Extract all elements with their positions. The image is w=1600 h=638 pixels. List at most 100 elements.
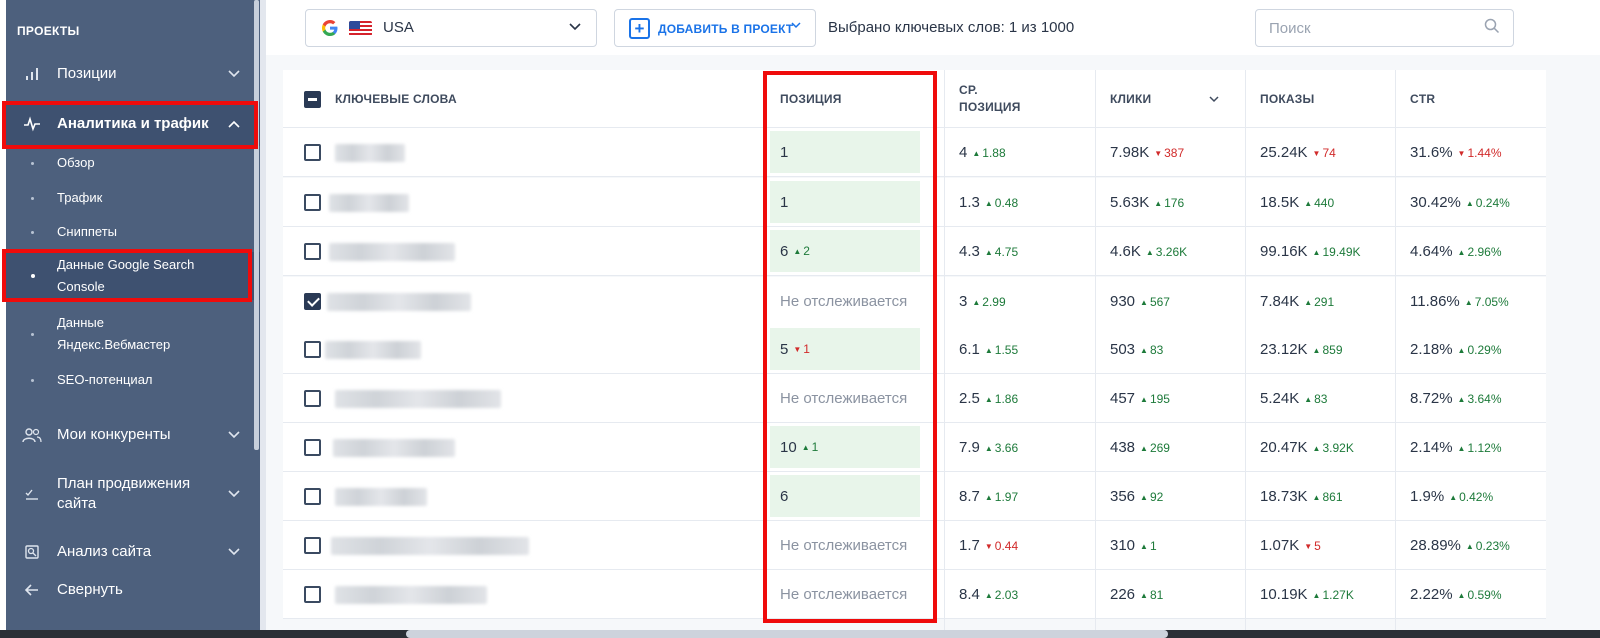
sidebar-subitem-snippets[interactable]: Сниппеты — [6, 221, 260, 243]
table-row[interactable]: 51 6.1 1.55 503 83 23.12K 859 2.18% 0.29% — [283, 325, 1546, 374]
sidebar-subitem-traffic[interactable]: Трафик — [6, 187, 260, 209]
avg-delta: 0.44 — [985, 539, 1018, 553]
keyword-redacted — [335, 488, 427, 506]
sidebar-scrollbar[interactable] — [254, 0, 259, 450]
ctr-delta: 0.23% — [1466, 539, 1510, 553]
sidebar-subitem-label: Обзор — [57, 155, 95, 170]
position-cell: 6 — [770, 475, 920, 517]
ctr-value: 2.22% — [1410, 586, 1453, 603]
ctr-delta: 3.64% — [1458, 392, 1501, 406]
impr-delta: 83 — [1304, 392, 1327, 406]
sidebar-subitem-seo-potential[interactable]: SEO-потенциал — [6, 369, 260, 391]
avg-delta: 2.03 — [985, 588, 1018, 602]
row-checkbox[interactable] — [304, 537, 321, 554]
row-checkbox[interactable] — [304, 243, 321, 260]
header-keywords[interactable]: КЛЮЧЕВЫЕ СЛОВА — [335, 70, 457, 128]
table-row[interactable]: 141.887.98K38725.24K7431.6%1.44% — [283, 128, 1546, 177]
ctr-delta: 1.12% — [1458, 441, 1501, 455]
header-impressions[interactable]: ПОКАЗЫ — [1260, 70, 1314, 128]
impr-value: 25.24K — [1260, 144, 1308, 161]
chevron-down-icon — [228, 545, 240, 559]
position-cell: Не отслеживается — [770, 280, 920, 322]
position-delta: 2 — [793, 244, 810, 258]
impr-value: 7.84K — [1260, 293, 1300, 310]
selected-count: Выбрано ключевых слов: 1 из 1000 — [828, 19, 1075, 36]
sidebar-subitem-yandex-webmaster[interactable]: Данные Яндекс.Вебмастер — [6, 312, 260, 356]
sidebar-subitem-label: Сниппеты — [57, 224, 118, 239]
table-row[interactable]: 62 4.3 4.75 4.6K 3.26K 99.16K 19.49K 4.64% 2.96% — [283, 227, 1546, 276]
avg-cell: 8.4 2.03 — [959, 570, 1018, 619]
sort-desc-icon[interactable] — [1209, 70, 1219, 128]
impr-value: 23.12K — [1260, 341, 1308, 358]
sidebar-item-analytics[interactable]: Аналитика и трафик — [6, 102, 260, 146]
bar-chart-icon — [22, 64, 42, 84]
chevron-down-icon — [228, 67, 240, 81]
sidebar-subitem-overview[interactable]: Обзор — [6, 152, 260, 174]
sidebar-item-promotion-plan[interactable]: План продвижения сайта — [6, 469, 260, 519]
impr-value: 10.19K — [1260, 586, 1308, 603]
column-divider — [944, 70, 945, 630]
row-checkbox[interactable] — [304, 293, 321, 310]
horizontal-scrollbar[interactable] — [406, 630, 1168, 638]
avg-delta: 3.66 — [985, 441, 1018, 455]
bullet-icon — [31, 274, 35, 278]
table-row[interactable]: Не отслеживается 1.7 0.44 310 1 1.07K 5 28.89% 0… — [283, 521, 1546, 570]
row-checkbox[interactable] — [304, 488, 321, 505]
row-checkbox[interactable] — [304, 586, 321, 603]
avg-cell: 8.7 1.97 — [959, 472, 1018, 521]
row-checkbox[interactable] — [304, 194, 321, 211]
avg-cell: 1.3 0.48 — [959, 178, 1018, 227]
clicks-delta: 387 — [1154, 146, 1184, 160]
ctr-delta: 7.05% — [1465, 295, 1509, 309]
ctr-cell: 2.14% 1.12% — [1410, 423, 1502, 472]
clicks-cell: 438 269 — [1110, 423, 1170, 472]
region-select[interactable]: USA — [305, 9, 597, 47]
header-clicks[interactable]: КЛИКИ — [1110, 70, 1151, 128]
google-icon — [321, 19, 339, 42]
row-checkbox[interactable] — [304, 341, 321, 358]
sidebar-item-label: Анализ сайта — [57, 543, 152, 560]
avg-value: 4 — [959, 144, 968, 161]
ctr-cell: 2.18% 0.29% — [1410, 325, 1502, 374]
search-icon[interactable] — [1484, 18, 1500, 34]
clicks-value: 4.6K — [1110, 243, 1141, 260]
header-avg-position-line1: СР. — [959, 83, 978, 97]
position-cell: 1 — [770, 181, 920, 223]
row-checkbox[interactable] — [304, 390, 321, 407]
keyword-redacted — [329, 243, 455, 261]
ctr-delta: 0.24% — [1466, 196, 1510, 210]
header-avg-position[interactable]: СР. ПОЗИЦИЯ — [959, 70, 1021, 128]
add-to-project-button[interactable]: + ДОБАВИТЬ В ПРОЕКТ — [614, 9, 816, 47]
row-checkbox[interactable] — [304, 144, 321, 161]
ctr-value: 28.89% — [1410, 537, 1461, 554]
header-position[interactable]: ПОЗИЦИЯ — [780, 70, 842, 128]
pulse-icon — [22, 114, 42, 134]
keyword-redacted — [325, 341, 421, 359]
sidebar-item-competitors[interactable]: Мои конкуренты — [6, 413, 260, 457]
impr-delta: 291 — [1304, 295, 1334, 309]
table-row[interactable]: 6 8.7 1.97 356 92 18.73K 861 1.9% 0.42% — [283, 472, 1546, 521]
search-input[interactable] — [1255, 9, 1514, 47]
table-row[interactable]: Не отслеживается 8.4 2.03 226 81 10.19K 1.27K 2… — [283, 570, 1546, 619]
header-ctr[interactable]: CTR — [1410, 70, 1435, 128]
table-row[interactable]: 10 1 7.9 3.66 438 269 20.47K 3.92K 2.14% 1.12% — [283, 423, 1546, 472]
sidebar-item-positions[interactable]: Позиции — [6, 52, 260, 96]
select-all-checkbox[interactable] — [304, 91, 321, 108]
table-row[interactable]: Не отслеживается32.999305677.84K29111.86… — [283, 277, 1546, 326]
sidebar-subitem-google-search-console[interactable]: Данные Google Search Console — [6, 252, 260, 300]
clicks-value: 310 — [1110, 537, 1136, 554]
impr-cell: 5.24K 83 — [1260, 374, 1327, 423]
avg-value: 2.5 — [959, 390, 980, 407]
avg-cell: 6.1 1.55 — [959, 325, 1018, 374]
row-checkbox[interactable] — [304, 439, 321, 456]
sidebar-subitem-label: Трафик — [57, 190, 103, 205]
table-row[interactable]: 1 1.3 0.48 5.63K 176 18.5K 440 30.42% 0.24% — [283, 178, 1546, 227]
table-row[interactable]: Не отслеживается 2.5 1.86 457 195 5.24K 83 8.72… — [283, 374, 1546, 423]
add-to-project-label: ДОБАВИТЬ В ПРОЕКТ — [658, 22, 794, 36]
impr-delta: 440 — [1304, 196, 1334, 210]
clicks-delta: 83 — [1140, 343, 1163, 357]
ctr-cell: 8.72% 3.64% — [1410, 374, 1502, 423]
sidebar-collapse-button[interactable]: Свернуть — [6, 568, 260, 612]
impr-delta: 74 — [1313, 146, 1335, 160]
avg-cell: 7.9 3.66 — [959, 423, 1018, 472]
